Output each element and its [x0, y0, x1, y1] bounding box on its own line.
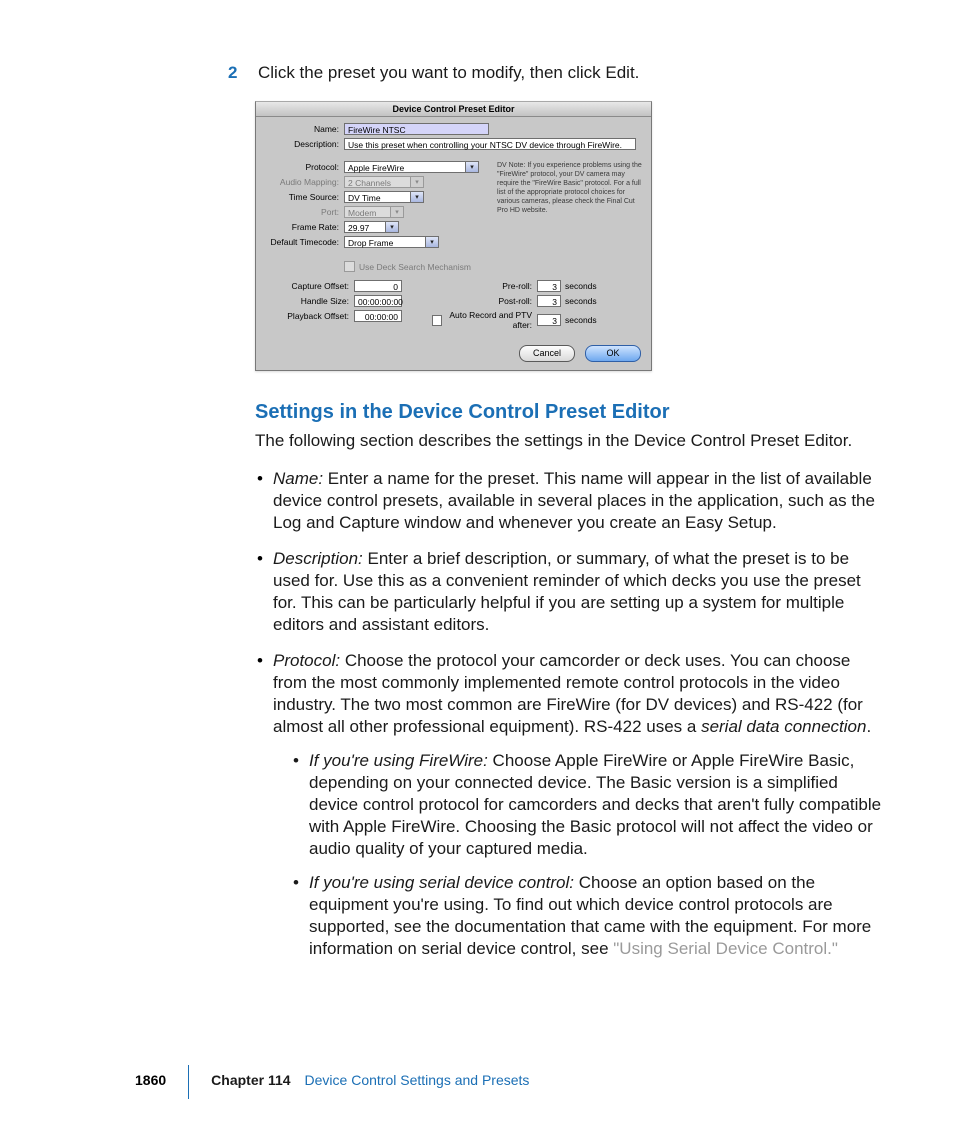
chapter-label: Chapter 114 — [211, 1072, 290, 1088]
intro-paragraph: The following section describes the sett… — [255, 430, 885, 452]
page: 2 Click the preset you want to modify, t… — [0, 0, 954, 1145]
name-label: Name: — [264, 124, 344, 134]
protocol-value: Apple FireWire — [348, 163, 404, 173]
seconds-label: seconds — [565, 296, 597, 306]
serial-device-control-link[interactable]: "Using Serial Device Control." — [613, 939, 838, 958]
handle-size-field[interactable]: 00:00:00:00 — [354, 295, 402, 307]
port-combo: Modem ▾ — [344, 206, 404, 218]
time-source-label: Time Source: — [264, 192, 344, 202]
auto-record-field[interactable]: 3 — [537, 314, 561, 326]
ok-button[interactable]: OK — [585, 345, 641, 362]
window-body: Name: FireWire NTSC Description: Use thi… — [256, 117, 651, 339]
seconds-label: seconds — [565, 315, 597, 325]
page-footer: 1860 Chapter 114 Device Control Settings… — [135, 1063, 529, 1097]
page-number: 1860 — [135, 1072, 166, 1088]
preroll-label: Pre-roll: — [432, 281, 537, 291]
chevron-down-icon: ▾ — [410, 177, 423, 187]
list-item: Name: Enter a name for the preset. This … — [255, 468, 885, 534]
deck-search-checkbox — [344, 261, 355, 272]
port-value: Modem — [348, 208, 376, 218]
chevron-down-icon: ▾ — [390, 207, 403, 217]
term-name: Name: — [273, 469, 328, 488]
postroll-label: Post-roll: — [432, 296, 537, 306]
chevron-down-icon: ▾ — [385, 222, 398, 232]
term-protocol-end: . — [866, 717, 871, 736]
handle-size-label: Handle Size: — [264, 296, 354, 306]
list-item: If you're using serial device control: C… — [291, 872, 885, 960]
audio-mapping-label: Audio Mapping: — [264, 177, 344, 187]
chevron-down-icon: ▾ — [410, 192, 423, 202]
capture-offset-label: Capture Offset: — [264, 281, 354, 291]
playback-offset-label: Playback Offset: — [264, 311, 354, 321]
description-field[interactable]: Use this preset when controlling your NT… — [344, 138, 636, 150]
preroll-field[interactable]: 3 — [537, 280, 561, 292]
device-control-preset-editor-window: Device Control Preset Editor Name: FireW… — [255, 101, 652, 371]
settings-list: Name: Enter a name for the preset. This … — [255, 468, 885, 960]
term-protocol: Protocol: — [273, 651, 345, 670]
time-source-combo[interactable]: DV Time ▾ — [344, 191, 424, 203]
cancel-button[interactable]: Cancel — [519, 345, 575, 362]
protocol-combo[interactable]: Apple FireWire ▾ — [344, 161, 479, 173]
auto-record-row: Auto Record and PTV after: — [432, 310, 537, 330]
capture-offset-field[interactable]: 0 — [354, 280, 402, 292]
window-title: Device Control Preset Editor — [256, 102, 651, 117]
step-text: Click the preset you want to modify, the… — [258, 63, 885, 83]
term-name-desc: Enter a name for the preset. This name w… — [273, 469, 875, 532]
port-label: Port: — [264, 207, 344, 217]
step-line: 2 Click the preset you want to modify, t… — [225, 63, 885, 83]
seconds-label: seconds — [565, 281, 597, 291]
content-column: 2 Click the preset you want to modify, t… — [225, 63, 885, 974]
auto-record-label: Auto Record and PTV after: — [445, 310, 532, 330]
protocol-label: Protocol: — [264, 162, 344, 172]
name-field[interactable]: FireWire NTSC — [344, 123, 489, 135]
deck-search-label: Use Deck Search Mechanism — [359, 262, 471, 272]
chevron-down-icon: ▾ — [425, 237, 438, 247]
frame-rate-label: Frame Rate: — [264, 222, 344, 232]
chevron-down-icon: ▾ — [465, 162, 478, 172]
section-heading: Settings in the Device Control Preset Ed… — [255, 401, 885, 424]
term-firewire: If you're using FireWire: — [309, 751, 493, 770]
playback-offset-field[interactable]: 00:00:00 — [354, 310, 402, 322]
list-item: Description: Enter a brief description, … — [255, 548, 885, 636]
list-item: Protocol: Choose the protocol your camco… — [255, 650, 885, 960]
postroll-field[interactable]: 3 — [537, 295, 561, 307]
deck-search-checkbox-row: Use Deck Search Mechanism — [344, 261, 643, 272]
dialog-screenshot: Device Control Preset Editor Name: FireW… — [255, 101, 885, 371]
default-timecode-label: Default Timecode: — [264, 237, 344, 247]
step-number: 2 — [228, 63, 258, 83]
footer-divider — [188, 1065, 189, 1099]
term-serial: If you're using serial device control: — [309, 873, 579, 892]
chapter-name: Device Control Settings and Presets — [305, 1072, 530, 1088]
audio-mapping-value: 2 Channels — [348, 178, 391, 188]
protocol-sublist: If you're using FireWire: Choose Apple F… — [291, 750, 885, 960]
serial-data-connection: serial data connection — [701, 717, 866, 736]
button-row: Cancel OK — [256, 339, 651, 370]
default-timecode-value: Drop Frame — [348, 238, 393, 248]
time-source-value: DV Time — [348, 193, 381, 203]
description-label: Description: — [264, 139, 344, 149]
term-description: Description: — [273, 549, 367, 568]
audio-mapping-combo: 2 Channels ▾ — [344, 176, 424, 188]
dv-note: DV Note: If you experience problems usin… — [489, 161, 643, 215]
frame-rate-value: 29.97 — [348, 223, 369, 233]
frame-rate-combo[interactable]: 29.97 ▾ — [344, 221, 399, 233]
default-timecode-combo[interactable]: Drop Frame ▾ — [344, 236, 439, 248]
auto-record-checkbox[interactable] — [432, 315, 442, 326]
list-item: If you're using FireWire: Choose Apple F… — [291, 750, 885, 860]
